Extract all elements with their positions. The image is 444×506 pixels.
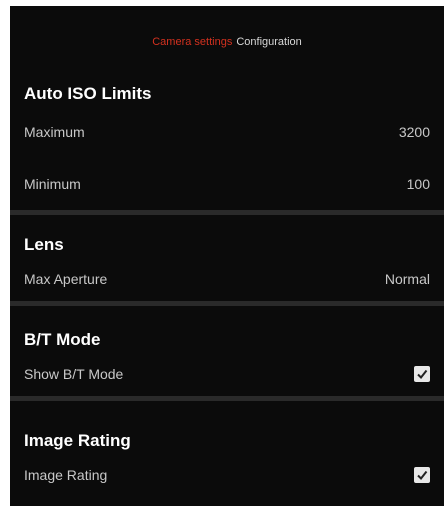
camera-config-screen: Camera settings Configuration Auto ISO L… (10, 6, 444, 506)
setting-label-minimum: Minimum (24, 176, 81, 192)
breadcrumb: Camera settings Configuration (10, 6, 444, 78)
setting-label-maximum: Maximum (24, 124, 85, 140)
setting-row-show-bt-mode[interactable]: Show B/T Mode (24, 352, 444, 396)
setting-row-maximum[interactable]: Maximum 3200 (24, 106, 444, 158)
setting-row-image-rating[interactable]: Image Rating (24, 453, 444, 497)
setting-row-max-aperture[interactable]: Max Aperture Normal (24, 257, 444, 301)
setting-label-image-rating: Image Rating (24, 467, 108, 483)
checkmark-icon (417, 470, 428, 481)
setting-value-max-aperture: Normal (384, 271, 430, 287)
setting-label-show-bt-mode: Show B/T Mode (24, 366, 124, 382)
section-auto-iso-limits: Auto ISO Limits Maximum 3200 Minimum 100 (10, 78, 444, 215)
setting-value-maximum: 3200 (398, 124, 430, 140)
section-lens: Lens Max Aperture Normal (10, 215, 444, 306)
breadcrumb-configuration: Configuration (236, 36, 302, 48)
section-title-auto-iso: Auto ISO Limits (24, 84, 152, 103)
section-title-lens: Lens (24, 235, 64, 254)
setting-row-minimum[interactable]: Minimum 100 (24, 158, 444, 210)
image-rating-checkbox[interactable] (414, 467, 430, 483)
setting-value-minimum: 100 (406, 176, 430, 192)
setting-label-max-aperture: Max Aperture (24, 271, 108, 287)
breadcrumb-camera-settings[interactable]: Camera settings (152, 36, 232, 48)
checkmark-icon (417, 369, 428, 380)
section-title-image-rating: Image Rating (24, 431, 131, 450)
section-bt-mode: B/T Mode Show B/T Mode (10, 306, 444, 401)
section-image-rating: Image Rating Image Rating (10, 401, 444, 497)
show-bt-mode-checkbox[interactable] (414, 366, 430, 382)
section-title-bt-mode: B/T Mode (24, 330, 101, 349)
